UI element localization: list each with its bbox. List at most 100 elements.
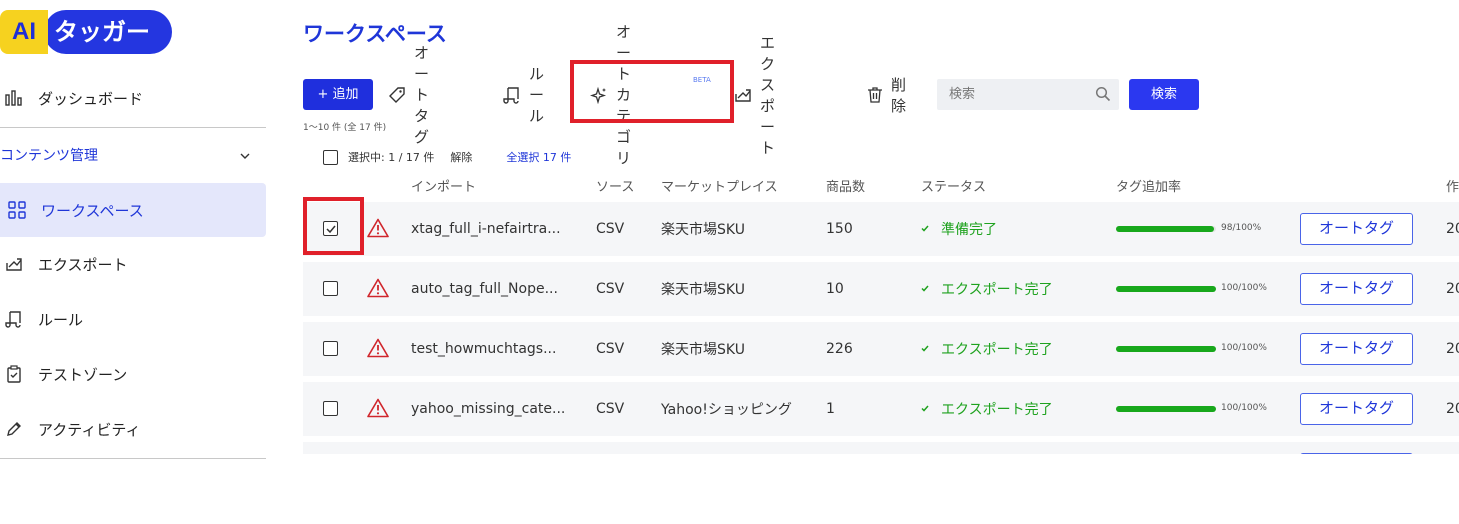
warning-icon[interactable] [367,398,389,422]
column-header-status[interactable]: ステータス [921,176,986,195]
warning-icon[interactable] [367,338,389,362]
source: CSV [596,281,625,297]
export-icon [734,87,752,103]
sidebar-item-label: アクティビティ [38,420,141,439]
import-name[interactable]: xtag_full_i-nefairtra... [411,202,561,256]
status-text: エクスポート完了 [941,402,1053,418]
search-icon[interactable] [1095,86,1111,106]
sidebar-item-export[interactable]: エクスポート [0,237,266,291]
tag-rate-fill [1116,226,1214,232]
selection-count: 選択中: 1 / 17 件 [348,151,435,164]
export-label: エクスポート [760,33,776,157]
select-all-checkbox[interactable] [323,149,338,165]
import-name[interactable]: auto_tag_full_Nope... [411,262,558,316]
source: CSV [596,401,625,417]
sidebar-item-dashboard[interactable]: ダッシュボード [0,71,266,125]
product-count: 150 [826,221,853,237]
clipboard-check-icon [3,363,25,385]
column-header-import[interactable]: インポート [411,176,476,195]
pagination-range: 1～10 件 (全 17 件) [303,123,387,133]
table-row[interactable]: xtag_full_i-nefairtra... CSV 楽天市場SKU 150 準備完… [303,202,1459,256]
autotag-label: オートタグ [414,44,430,146]
check-icon [921,224,933,235]
warning-icon[interactable] [367,278,389,302]
row-checkbox[interactable] [323,281,338,296]
status-badge: 準備完了 [921,202,997,256]
sidebar-item-activity[interactable]: アクティビティ [0,402,266,456]
delete-button[interactable]: 削除 [867,76,906,115]
created-date: 20 [1446,341,1459,357]
export-button[interactable]: エクスポート [734,34,775,157]
chevron-down-icon [240,148,250,163]
tag-rate-bar [1116,226,1216,232]
tag-rate-text: 100/100% [1221,283,1267,293]
autotag-button[interactable]: オートタグ [388,44,429,146]
sidebar-item-workspace[interactable]: ワークスペース [0,183,266,237]
column-header-created[interactable]: 作 [1446,176,1459,195]
sidebar-item-label: ダッシュボード [38,89,144,108]
grid-icon [6,199,28,221]
tag-rate-fill [1116,406,1216,412]
tag-rate-text: 98/100% [1221,223,1262,233]
highlight-row-checkbox [303,197,364,255]
logo-text: タッガー [44,10,172,54]
status-badge: エクスポート完了 [921,322,1053,376]
import-name[interactable]: test_howmuchtags... [411,322,556,376]
warning-icon[interactable] [367,218,389,242]
app-logo[interactable]: タッガー AI [0,10,172,54]
marketplace: 楽天市場SKU [661,342,745,358]
search-button[interactable]: 検索 [1129,79,1199,110]
created-date: 20 [1446,401,1459,417]
search-box [937,79,1119,110]
sidebar-group-content-management[interactable]: コンテンツ管理 [0,140,250,170]
table-row[interactable]: test_howmuchtags... CSV 楽天市場SKU 226 エクスポート完了… [303,322,1459,376]
product-count: 10 [826,281,844,297]
select-all-link[interactable]: 全選択 17 件 [506,149,571,165]
tag-rate-fill [1116,286,1216,292]
status-text: エクスポート完了 [941,282,1053,298]
scroll-icon [503,86,521,104]
row-autotag-button[interactable]: オートタグ [1300,273,1413,305]
selection-bar: 選択中: 1 / 17 件 解除 全選択 17 件 [323,149,571,165]
tag-rate-fill [1116,346,1216,352]
source: CSV [596,341,625,357]
sidebar-item-rule[interactable]: ルール [0,292,266,346]
chart-bars-icon [3,87,25,109]
sidebar-item-label: エクスポート [38,255,128,274]
export-icon [3,253,25,275]
logo-ai: AI [0,10,48,54]
table-clip [303,454,1459,524]
column-header-count[interactable]: 商品数 [826,176,865,195]
tag-rate-bar [1116,346,1216,352]
scroll-icon [3,308,25,330]
row-checkbox[interactable] [323,341,338,356]
row-checkbox[interactable] [323,401,338,416]
sidebar-item-label: ルール [38,310,84,329]
row-autotag-button[interactable]: オートタグ [1300,213,1413,245]
import-name[interactable]: yahoo_missing_cate... [411,382,565,436]
clear-selection-link[interactable]: 解除 [450,149,472,165]
product-count: 226 [826,341,853,357]
tag-icon [388,86,406,104]
search-input[interactable] [937,79,1087,110]
column-header-tag-rate[interactable]: タグ追加率 [1116,176,1181,195]
tag-rate-text: 100/100% [1221,343,1267,353]
row-autotag-button[interactable]: オートタグ [1300,333,1413,365]
sidebar-divider [0,127,266,128]
row-autotag-button[interactable]: オートタグ [1300,393,1413,425]
column-header-marketplace[interactable]: マーケットプレイス [661,176,778,195]
highlight-autocategory [570,60,734,123]
tag-rate-bar [1116,286,1216,292]
marketplace: 楽天市場SKU [661,282,745,298]
pencil-icon [3,418,25,440]
marketplace: Yahoo!ショッピング [661,402,792,418]
rule-button[interactable]: ルール [503,65,544,125]
check-icon [921,344,933,355]
sidebar-item-label: テストゾーン [38,365,128,384]
table-row[interactable]: yahoo_missing_cate... CSV Yahoo!ショッピング 1 エクス… [303,382,1459,436]
check-icon [921,404,933,415]
sidebar-item-testzone[interactable]: テストゾーン [0,347,266,401]
column-header-source[interactable]: ソース [596,176,634,195]
add-button[interactable]: + 追加 [303,79,373,110]
table-row[interactable]: auto_tag_full_Nope... CSV 楽天市場SKU 10 エクスポート完… [303,262,1459,316]
